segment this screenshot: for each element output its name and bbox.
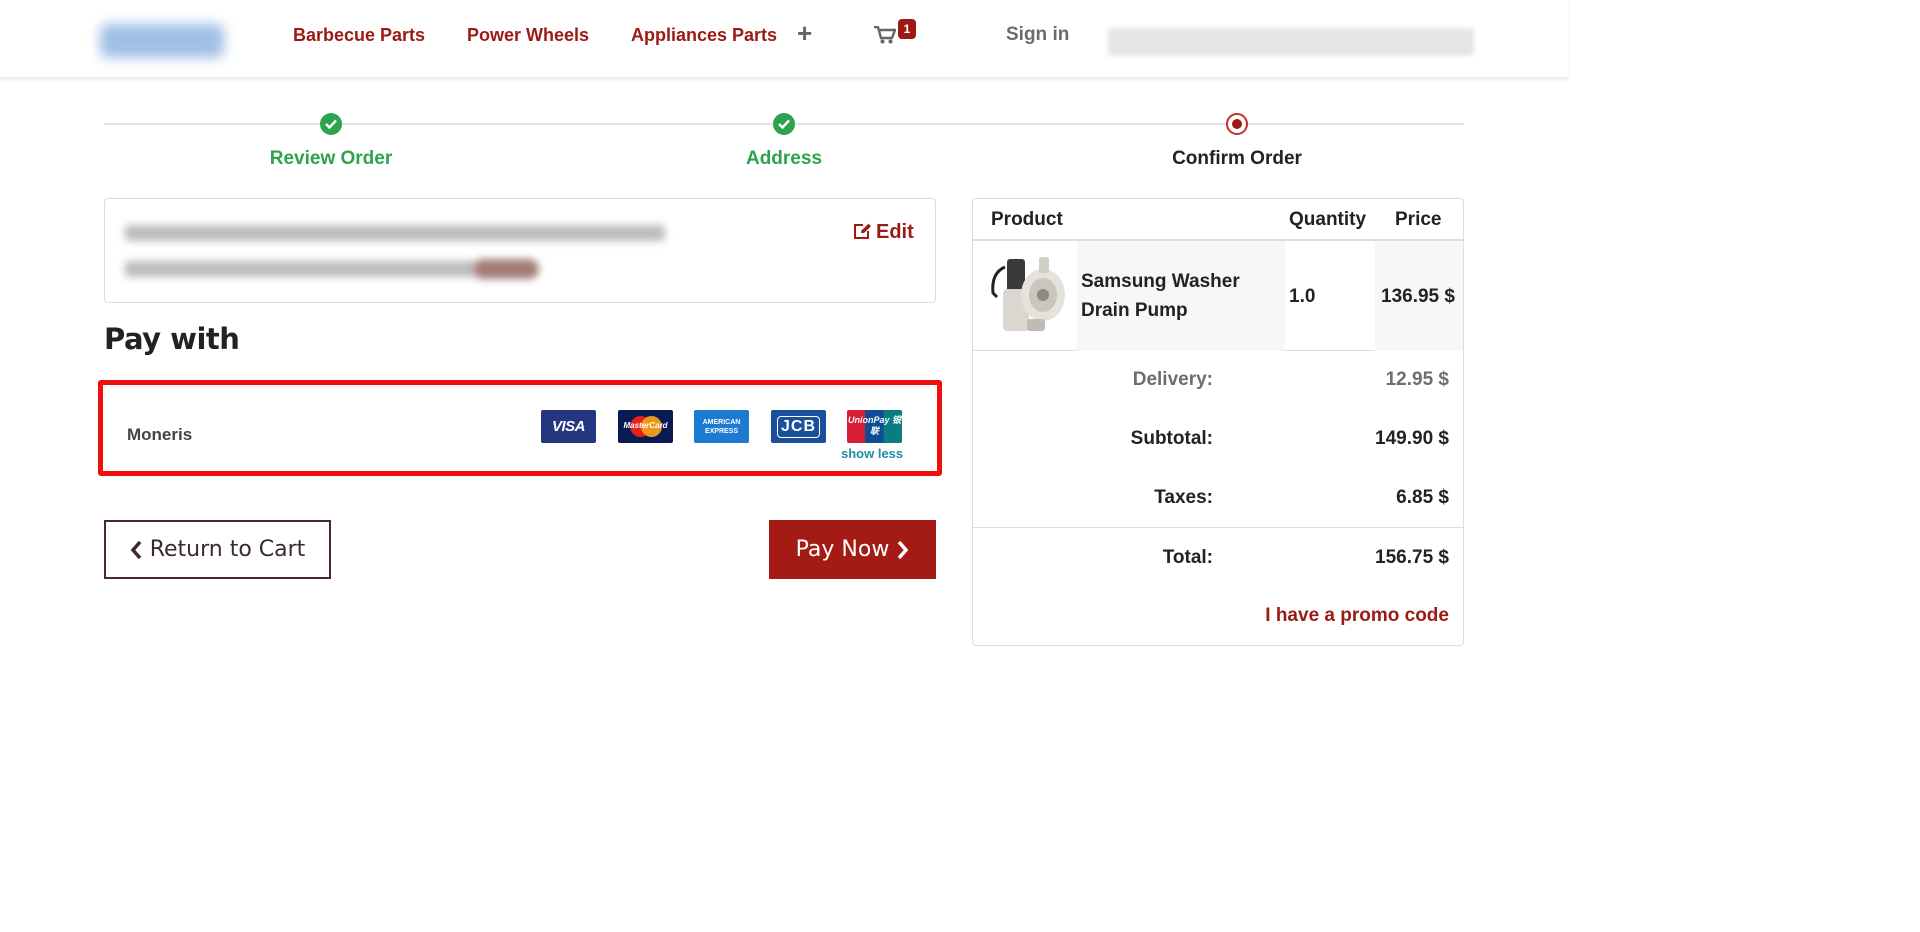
- pay-now-button[interactable]: Pay Now: [769, 520, 936, 579]
- return-to-cart-label: Return to Cart: [149, 537, 306, 562]
- column-quantity: Quantity: [1289, 209, 1367, 230]
- jcb-card-icon: JCB: [771, 410, 826, 443]
- summary-table-header: Product Quantity Price: [973, 199, 1463, 241]
- visa-card-icon: VISA: [541, 410, 596, 443]
- show-less-link[interactable]: show less: [841, 446, 903, 461]
- product-price-cell: 136.95 $: [1375, 241, 1463, 351]
- cart-count-badge: 1: [898, 19, 916, 39]
- pay-with-heading: Pay with: [104, 322, 240, 356]
- product-name[interactable]: Samsung Washer Drain Pump: [1081, 267, 1281, 325]
- delivery-value: 12.95 $: [1385, 369, 1449, 390]
- address-redacted-line: [125, 225, 665, 241]
- taxes-value: 6.85 $: [1396, 487, 1449, 508]
- promo-code-link[interactable]: I have a promo code: [1265, 605, 1449, 627]
- total-value: 156.75 $: [1375, 547, 1449, 568]
- return-to-cart-button[interactable]: Return to Cart: [104, 520, 331, 579]
- jcb-label: JCB: [776, 416, 820, 438]
- column-product: Product: [991, 209, 1063, 230]
- chevron-right-icon: [898, 540, 909, 559]
- nav-power-wheels[interactable]: Power Wheels: [467, 25, 589, 46]
- subtotal-value: 149.90 $: [1375, 428, 1449, 449]
- nav-barbecue-parts[interactable]: Barbecue Parts: [293, 25, 425, 46]
- payment-method-option[interactable]: Moneris VISA MasterCard AMERICAN EXPRESS…: [98, 380, 942, 476]
- chevron-left-icon: [130, 540, 142, 559]
- delivery-label: Delivery:: [1132, 369, 1213, 390]
- cart-button[interactable]: 1: [872, 19, 918, 54]
- step-review-order[interactable]: Review Order: [181, 148, 481, 170]
- more-categories-icon[interactable]: +: [797, 20, 812, 46]
- product-price: 136.95 $: [1381, 286, 1455, 307]
- address-redacted-line: [125, 261, 475, 277]
- mastercard-label: MasterCard: [623, 421, 668, 430]
- site-logo[interactable]: [92, 8, 240, 72]
- taxes-label: Taxes:: [1154, 487, 1213, 508]
- table-row: Samsung Washer Drain Pump 1.0 136.95 $: [973, 241, 1463, 351]
- step-address[interactable]: Address: [634, 148, 934, 170]
- step-address-check-icon: [773, 113, 795, 135]
- shipping-address-box: Edit: [104, 198, 936, 303]
- amex-card-icon: AMERICAN EXPRESS: [694, 410, 749, 443]
- total-divider: [973, 527, 1463, 528]
- account-info-redacted: [1108, 28, 1474, 56]
- shopping-cart-icon: [874, 26, 896, 44]
- product-name-cell: Samsung Washer Drain Pump: [1077, 241, 1285, 351]
- total-label: Total:: [1162, 547, 1213, 568]
- unionpay-card-icon: UnionPay 银联: [847, 410, 902, 443]
- product-quantity: 1.0: [1289, 286, 1316, 307]
- pay-now-label: Pay Now: [795, 537, 890, 562]
- step-confirm-order-radio-icon: [1226, 113, 1248, 135]
- order-summary: Product Quantity Price Samsung Washer Dr…: [972, 198, 1464, 646]
- column-price: Price: [1395, 209, 1442, 230]
- step-confirm-order: Confirm Order: [1172, 148, 1302, 169]
- edit-label: Edit: [876, 221, 914, 243]
- subtotal-label: Subtotal:: [1130, 428, 1213, 449]
- product-image[interactable]: [983, 249, 1073, 339]
- nav-appliances-parts[interactable]: Appliances Parts: [631, 25, 777, 46]
- site-header: Barbecue Parts Power Wheels Appliances P…: [0, 0, 1568, 78]
- payment-provider-name: Moneris: [127, 425, 193, 444]
- step-review-order-check-icon: [320, 113, 342, 135]
- address-redacted-tag: [473, 259, 539, 279]
- edit-address-button[interactable]: Edit: [853, 221, 914, 244]
- edit-icon: [854, 223, 871, 239]
- sign-in-link[interactable]: Sign in: [1006, 24, 1069, 46]
- mastercard-card-icon: MasterCard: [618, 410, 673, 443]
